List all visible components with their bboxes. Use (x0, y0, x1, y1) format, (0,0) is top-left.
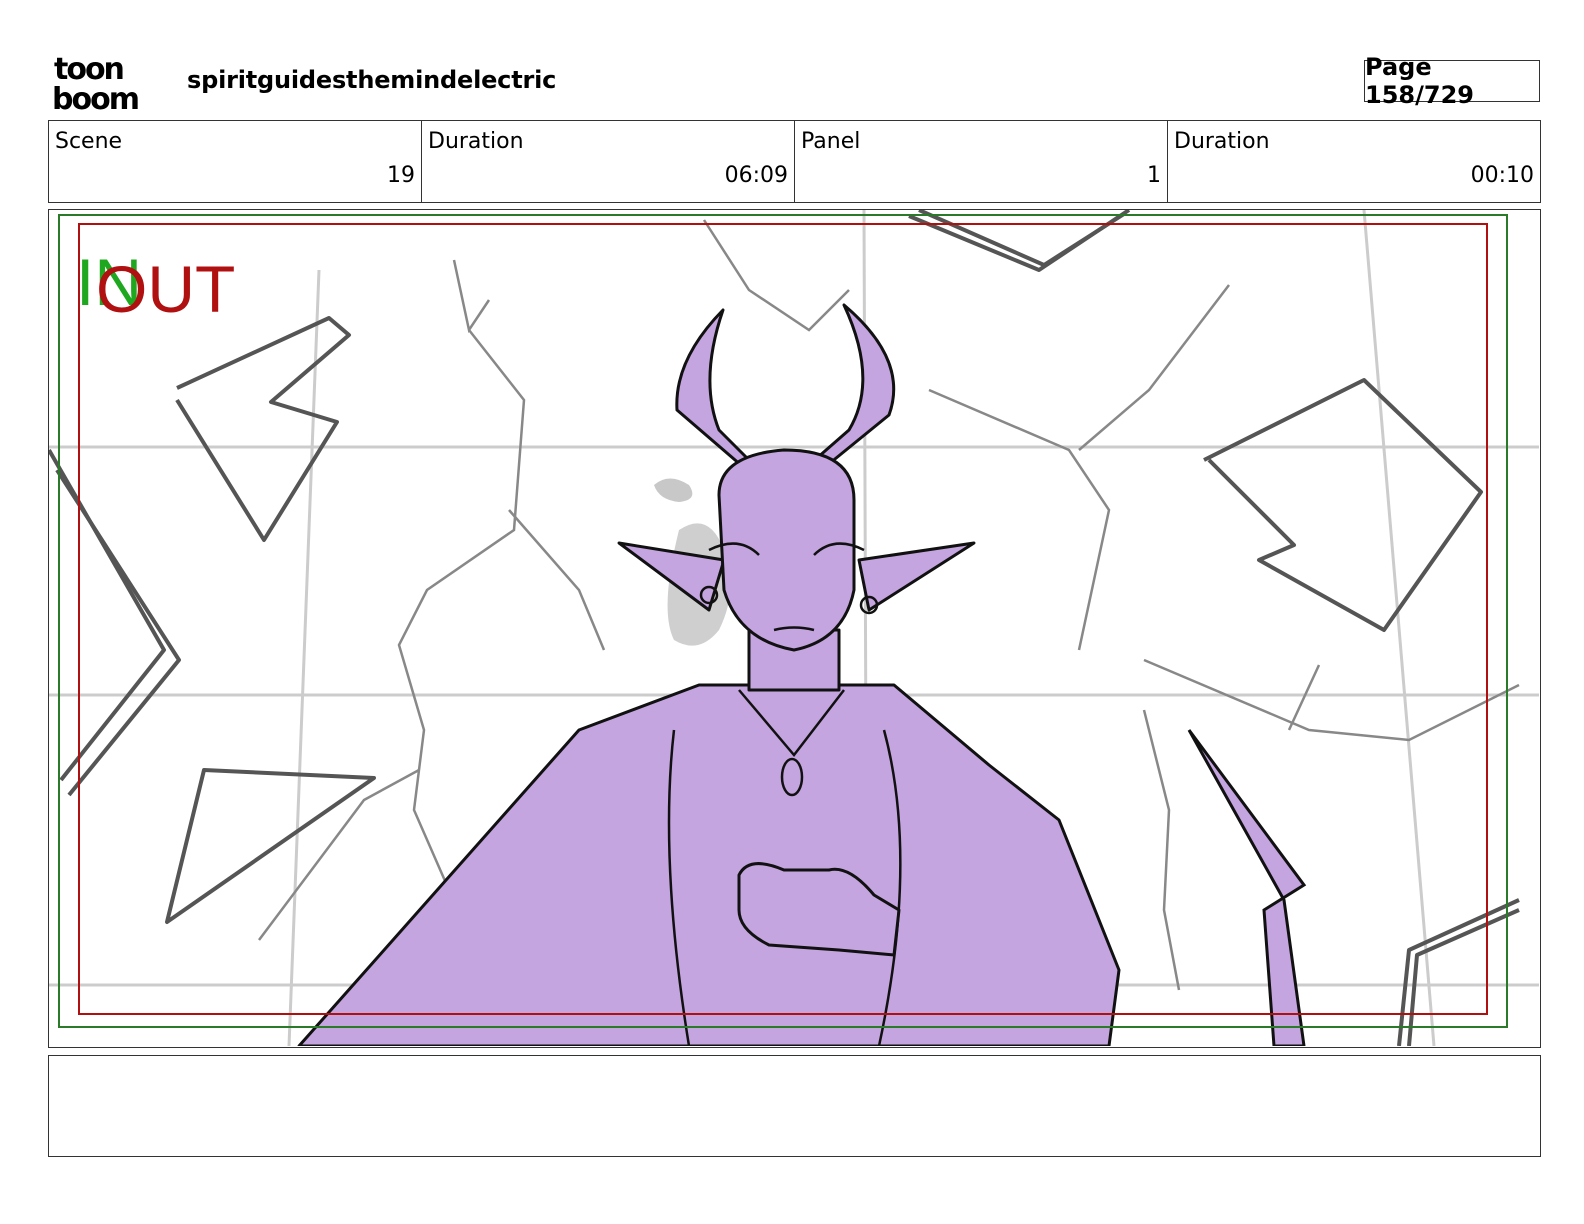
caption-box (48, 1055, 1541, 1157)
scene-duration-value: 06:09 (724, 163, 788, 188)
panel-label: Panel (801, 129, 861, 154)
panel-duration-value: 00:10 (1470, 163, 1534, 188)
page-indicator: Page 158/729 (1364, 53, 1540, 109)
scene-duration-cell: Duration 06:09 (422, 121, 795, 202)
tail (1187, 729, 1307, 1046)
scene-label: Scene (55, 129, 123, 154)
out-marker: OUT (96, 252, 235, 326)
toonboom-logo: toon boom (52, 52, 140, 112)
panel-duration-label: Duration (1174, 129, 1270, 154)
panel-value: 1 (1147, 163, 1161, 188)
scene-value: 19 (387, 163, 415, 188)
scene-info-table: Scene 19 Duration 06:09 Panel 1 Duration… (48, 120, 1541, 203)
panel-cell: Panel 1 (795, 121, 1168, 202)
panel-duration-cell: Duration 00:10 (1168, 121, 1540, 202)
character-figure (297, 303, 1121, 1046)
scene-duration-label: Duration (428, 129, 524, 154)
project-title: spiritguidesthemindelectric (187, 66, 557, 94)
storyboard-panel: IN OUT (48, 209, 1541, 1048)
logo-text-bottom: boom (52, 82, 138, 112)
panel-drawing: IN OUT (49, 210, 1539, 1046)
scene-cell: Scene 19 (49, 121, 422, 202)
